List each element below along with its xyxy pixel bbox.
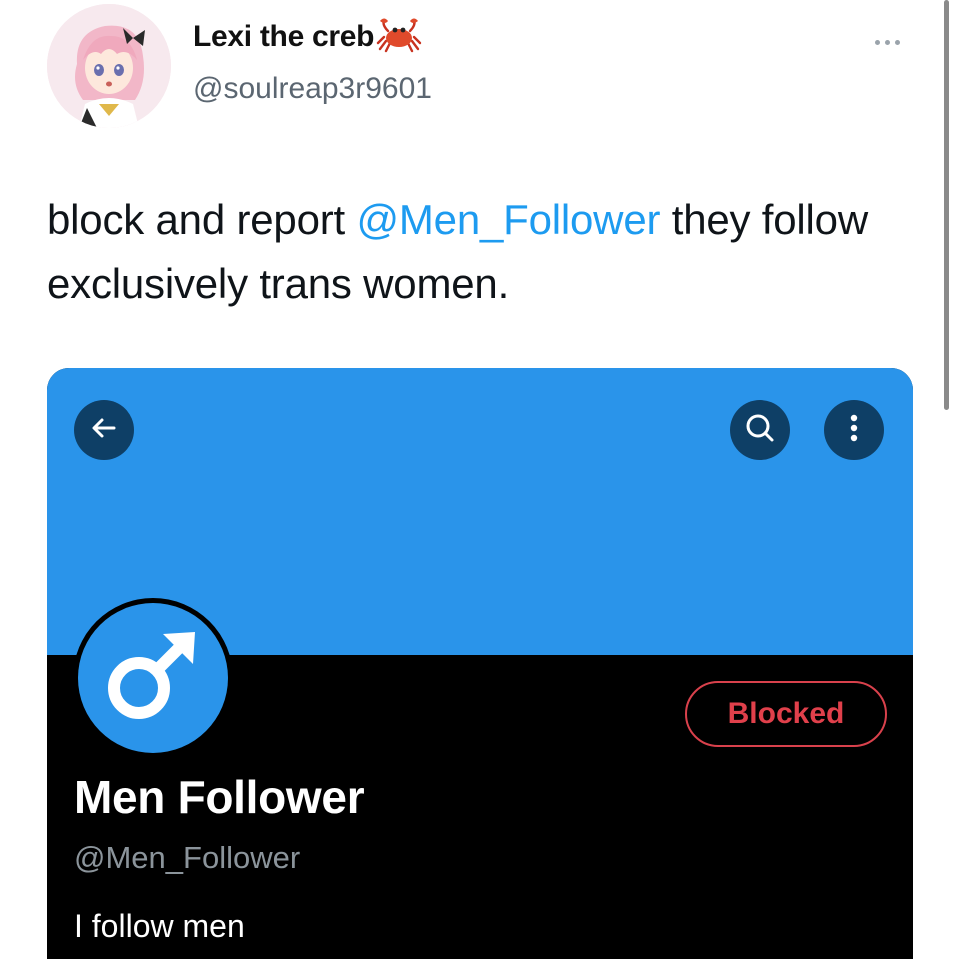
mention-link[interactable]: @Men_Follower bbox=[356, 196, 660, 243]
author-handle[interactable]: @soulreap3r9601 bbox=[193, 72, 432, 106]
author-name-text: Lexi the creb bbox=[193, 20, 375, 53]
tweet-screenshot: Lexi the creb @soulreap3r9601 block and … bbox=[0, 0, 959, 959]
search-icon bbox=[743, 411, 777, 450]
vertical-dots-icon bbox=[849, 413, 859, 448]
profile-display-name: Men Follower bbox=[74, 771, 365, 823]
embedded-profile-screenshot[interactable]: Blocked Men Follower @Men_Follower I fol… bbox=[47, 368, 913, 959]
dot-icon bbox=[884, 39, 890, 45]
author-display-name[interactable]: Lexi the creb bbox=[193, 17, 422, 54]
profile-bio: I follow men bbox=[74, 908, 245, 944]
profile-avatar-circle bbox=[78, 603, 228, 753]
more-options-icon[interactable] bbox=[868, 34, 906, 50]
author-avatar[interactable] bbox=[47, 4, 171, 128]
back-button[interactable] bbox=[74, 400, 134, 460]
arrow-left-icon bbox=[89, 413, 119, 448]
blocked-button[interactable]: Blocked bbox=[685, 681, 887, 747]
crab-icon bbox=[376, 17, 422, 53]
dot-icon bbox=[894, 39, 900, 45]
profile-avatar[interactable] bbox=[73, 598, 233, 758]
overflow-menu-button[interactable] bbox=[824, 400, 884, 460]
tweet-text: block and report @Men_Follower they foll… bbox=[47, 188, 917, 316]
search-button[interactable] bbox=[730, 400, 790, 460]
dot-icon bbox=[874, 39, 880, 45]
profile-handle: @Men_Follower bbox=[74, 840, 301, 875]
male-symbol-icon bbox=[93, 616, 213, 741]
scrollbar[interactable] bbox=[944, 0, 949, 410]
tweet-text-before: block and report bbox=[47, 196, 357, 243]
